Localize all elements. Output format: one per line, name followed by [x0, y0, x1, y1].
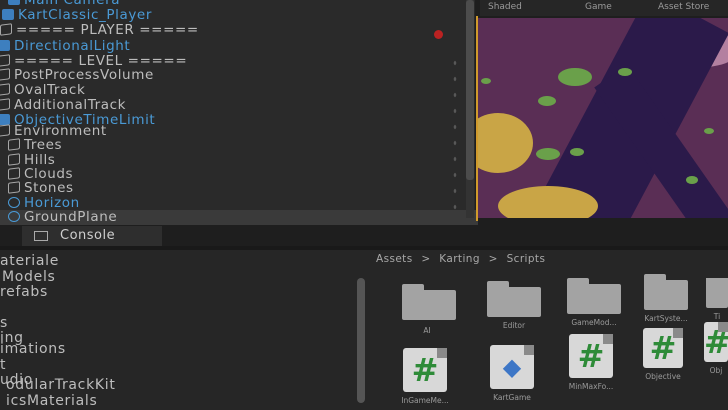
gameobject-icon	[8, 181, 20, 194]
hierarchy-item-groundplane[interactable]: GroundPlane	[0, 210, 478, 225]
gameobject-icon	[0, 23, 12, 36]
scene-tree	[481, 78, 491, 84]
gameobject-icon	[0, 124, 10, 137]
asset-folder-ai[interactable]: AI	[392, 290, 462, 335]
view-tab-bar: Shaded Game Asset Store	[480, 0, 728, 16]
hierarchy-item-additionaltrack[interactable]: AdditionalTrack	[0, 98, 126, 113]
csharp-script-icon: #	[704, 322, 728, 362]
prefab-icon	[8, 0, 20, 5]
asset-folder-editor[interactable]: Editor	[479, 281, 549, 330]
breadcrumb: Assets > Karting > Scripts	[376, 253, 550, 265]
globe-icon	[8, 197, 20, 208]
unity-asset-icon: ◆	[490, 345, 534, 389]
scrollbar-thumb[interactable]	[466, 0, 474, 180]
hierarchy-scrollbar[interactable]	[466, 0, 474, 218]
scene-tree	[558, 68, 592, 86]
scene-tree	[686, 176, 698, 184]
project-folder[interactable]: refabs	[0, 284, 48, 300]
tab-console[interactable]: Console	[22, 226, 162, 246]
folder-icon	[487, 281, 541, 317]
gameobject-icon	[8, 153, 20, 166]
project-folder[interactable]: s	[0, 315, 8, 331]
project-folder[interactable]: t	[0, 357, 6, 373]
hierarchy-item-stones[interactable]: Stones	[8, 181, 74, 196]
scene-tree	[704, 128, 714, 134]
error-indicator-icon	[434, 30, 443, 39]
folder-icon	[706, 278, 728, 308]
asset-folder-kartsystems[interactable]: KartSyste...	[631, 274, 701, 323]
asset-folder-partial[interactable]: Ti	[706, 278, 728, 321]
gameobject-icon	[0, 98, 10, 111]
project-folder[interactable]: Models	[2, 269, 56, 285]
asset-script[interactable]: # MinMaxFo...	[556, 334, 626, 391]
scene-tree	[536, 148, 560, 160]
scene-tree	[570, 148, 584, 156]
csharp-script-icon: #	[643, 328, 683, 368]
asset-script-partial[interactable]: # Obj	[704, 322, 728, 375]
scene-viewport[interactable]	[478, 18, 728, 218]
breadcrumb-assets[interactable]: Assets	[376, 253, 413, 265]
tab-asset-store[interactable]: Asset Store	[658, 2, 709, 12]
breadcrumb-scripts[interactable]: Scripts	[507, 253, 546, 265]
gameobject-icon	[0, 83, 10, 96]
hierarchy-panel: Main Camera KartClassic_Player ===== PLA…	[0, 0, 478, 225]
prefab-icon	[0, 40, 10, 51]
hierarchy-item-postprocess[interactable]: PostProcessVolume	[0, 68, 154, 83]
asset-script[interactable]: # Objective	[628, 328, 698, 381]
gameobject-icon	[8, 138, 20, 151]
shading-mode-dropdown[interactable]: Shaded	[488, 2, 522, 12]
hierarchy-item-trees[interactable]: Trees	[8, 138, 62, 153]
folder-icon	[567, 278, 621, 314]
prefab-icon	[2, 9, 14, 20]
globe-icon	[8, 211, 20, 222]
asset-script[interactable]: # InGameMe...	[390, 348, 460, 405]
hierarchy-item-player-separator[interactable]: ===== PLAYER =====	[0, 23, 199, 38]
project-folder[interactable]: ateriale	[0, 253, 59, 269]
project-folder[interactable]: imations	[0, 341, 66, 357]
breadcrumb-karting[interactable]: Karting	[439, 253, 480, 265]
breadcrumb-separator: >	[421, 253, 431, 265]
asset-folder-gamemodes[interactable]: GameMod...	[559, 278, 629, 327]
panel-splitter[interactable]	[357, 278, 365, 403]
scene-tree	[538, 96, 556, 106]
scene-tree	[618, 68, 632, 76]
gameobject-icon	[0, 54, 10, 67]
csharp-script-icon: #	[403, 348, 447, 392]
breadcrumb-separator: >	[488, 253, 498, 265]
console-icon	[34, 231, 48, 241]
project-folder[interactable]: icsMaterials	[6, 393, 97, 409]
hierarchy-item-directional-light[interactable]: DirectionalLight	[0, 39, 130, 54]
folder-icon	[644, 274, 688, 310]
tab-game[interactable]: Game	[585, 2, 612, 12]
hierarchy-item-ovaltrack[interactable]: OvalTrack	[0, 83, 85, 98]
gameobject-icon	[0, 68, 10, 81]
hierarchy-item-kart-player[interactable]: KartClassic_Player	[2, 8, 152, 23]
scene-terrain	[498, 186, 598, 218]
gameobject-icon	[8, 167, 20, 180]
asset-scene[interactable]: ◆ KartGame	[477, 345, 547, 402]
csharp-script-icon: #	[569, 334, 613, 378]
project-folder[interactable]: odularTrackKit	[6, 377, 116, 393]
scene-terrain	[478, 113, 533, 173]
visibility-toggles[interactable]	[450, 55, 460, 215]
